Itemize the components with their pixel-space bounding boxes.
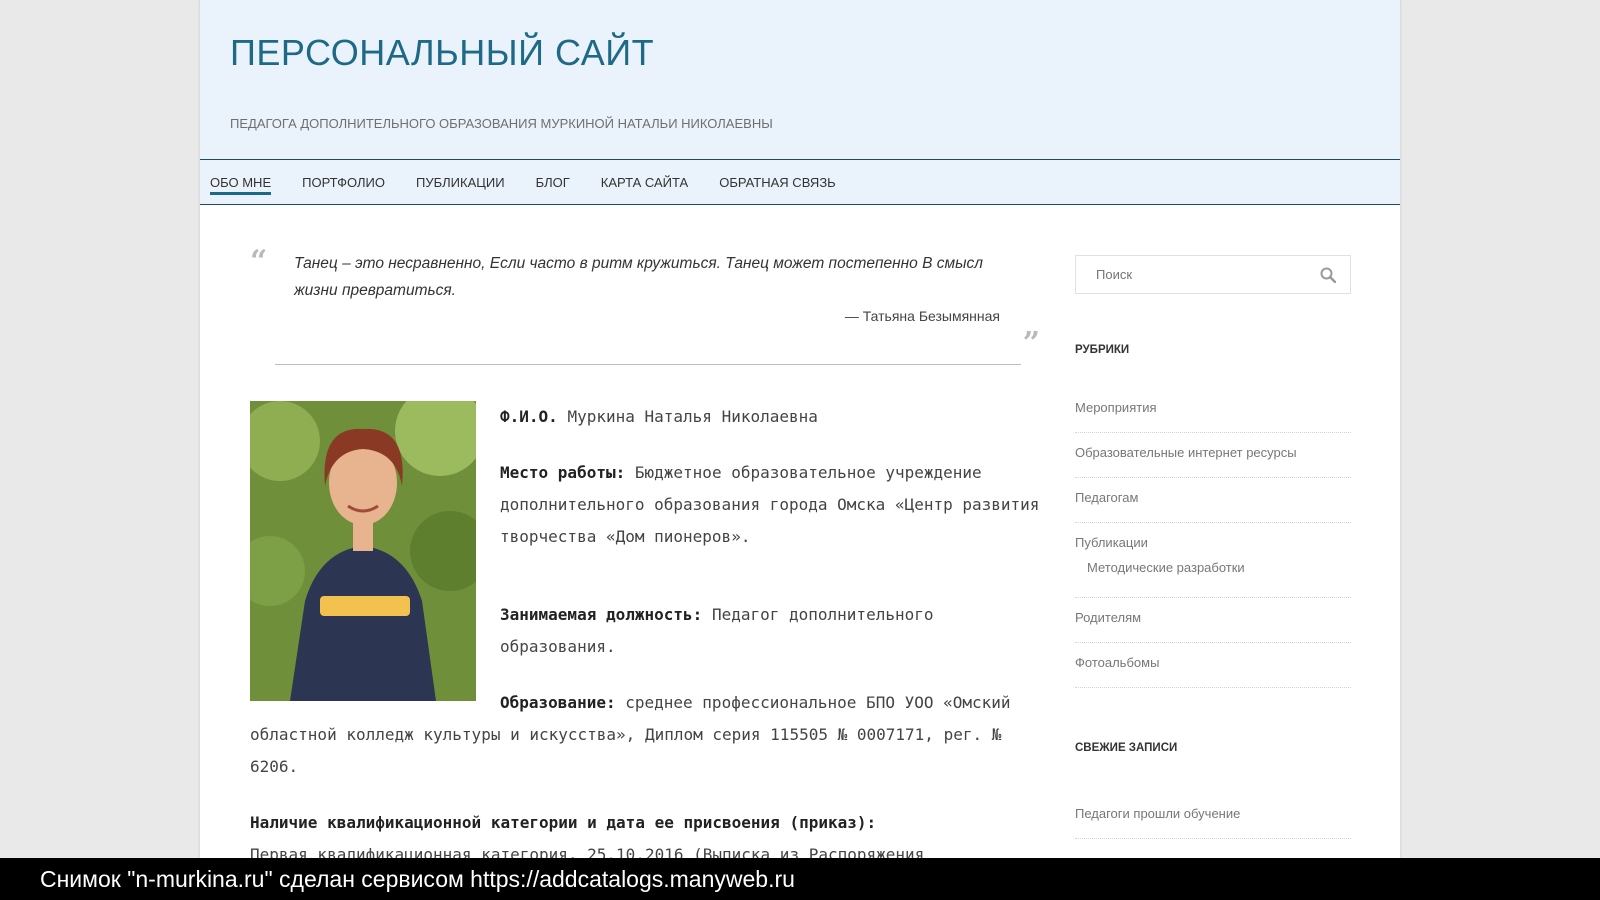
search-input[interactable] — [1076, 256, 1296, 293]
divider — [275, 364, 1021, 365]
quote-text: Танец – это несравненно, Если часто в ри… — [294, 255, 984, 299]
screenshot-watermark: Снимок "n-murkina.ru" сделан сервисом ht… — [0, 858, 1600, 900]
sidebar: РУБРИКИ Мероприятия Образовательные инте… — [1075, 255, 1351, 839]
education-label: Образование: — [500, 693, 616, 712]
fio-label: Ф.И.О. — [500, 407, 558, 426]
category-item[interactable]: Мероприятия — [1075, 388, 1351, 433]
bio-education: Образование: среднее профессиональное БП… — [250, 687, 1040, 783]
recent-post-item[interactable]: Педагоги прошли обучение — [1075, 794, 1351, 839]
nav-item-publications[interactable]: ПУБЛИКАЦИИ — [416, 160, 505, 205]
category-item[interactable]: Публикации — [1075, 523, 1351, 555]
education-value: среднее профессиональное БПО УОО «Омский… — [250, 693, 1011, 776]
blockquote: “ Танец – это несравненно, Если часто в … — [250, 244, 1040, 361]
category-item[interactable]: Родителям — [1075, 598, 1351, 643]
page: ПЕРСОНАЛЬНЫЙ САЙТ ПЕДАГОГА ДОПОЛНИТЕЛЬНО… — [200, 0, 1400, 900]
open-quote-icon: “ — [250, 244, 268, 279]
category-item[interactable]: Педагогам — [1075, 478, 1351, 523]
category-item[interactable]: Фотоальбомы — [1075, 643, 1351, 688]
nav-item-blog[interactable]: БЛОГ — [536, 160, 570, 205]
subcategory-item[interactable]: Методические разработки — [1075, 555, 1351, 598]
recent-posts-list: Педагоги прошли обучение — [1075, 794, 1351, 839]
position-label: Занимаемая должность: — [500, 605, 703, 624]
close-quote-icon: ” — [1022, 326, 1040, 361]
category-item[interactable]: Образовательные интернет ресурсы — [1075, 433, 1351, 478]
main-navigation: ОБО МНЕ ПОРТФОЛИО ПУБЛИКАЦИИ БЛОГ КАРТА … — [200, 160, 1400, 205]
fio-value: Муркина Наталья Николаевна — [567, 407, 818, 426]
nav-item-about[interactable]: ОБО МНЕ — [210, 160, 272, 205]
bio-section: Ф.И.О. Муркина Наталья Николаевна Место … — [250, 401, 1040, 871]
categories-widget-title: РУБРИКИ — [1075, 344, 1130, 356]
recent-posts-widget-title: СВЕЖИЕ ЗАПИСИ — [1075, 742, 1178, 754]
search-icon[interactable] — [1320, 267, 1336, 283]
profile-photo — [250, 401, 476, 701]
category-label: Наличие квалификационной категории и дат… — [250, 813, 877, 832]
site-title[interactable]: ПЕРСОНАЛЬНЫЙ САЙТ — [230, 32, 654, 74]
nav-item-feedback[interactable]: ОБРАТНАЯ СВЯЗЬ — [719, 160, 836, 205]
search-box — [1075, 255, 1351, 294]
site-header: ПЕРСОНАЛЬНЫЙ САЙТ ПЕДАГОГА ДОПОЛНИТЕЛЬНО… — [200, 0, 1400, 160]
site-description: ПЕДАГОГА ДОПОЛНИТЕЛЬНОГО ОБРАЗОВАНИЯ МУР… — [230, 116, 773, 131]
work-label: Место работы: — [500, 463, 626, 482]
quote-author: — Татьяна Безымянная — [844, 308, 1000, 324]
main-content: “ Танец – это несравненно, Если часто в … — [250, 244, 1040, 871]
categories-list: Мероприятия Образовательные интернет рес… — [1075, 388, 1351, 688]
nav-item-sitemap[interactable]: КАРТА САЙТА — [601, 160, 688, 205]
nav-item-portfolio[interactable]: ПОРТФОЛИО — [302, 160, 385, 205]
